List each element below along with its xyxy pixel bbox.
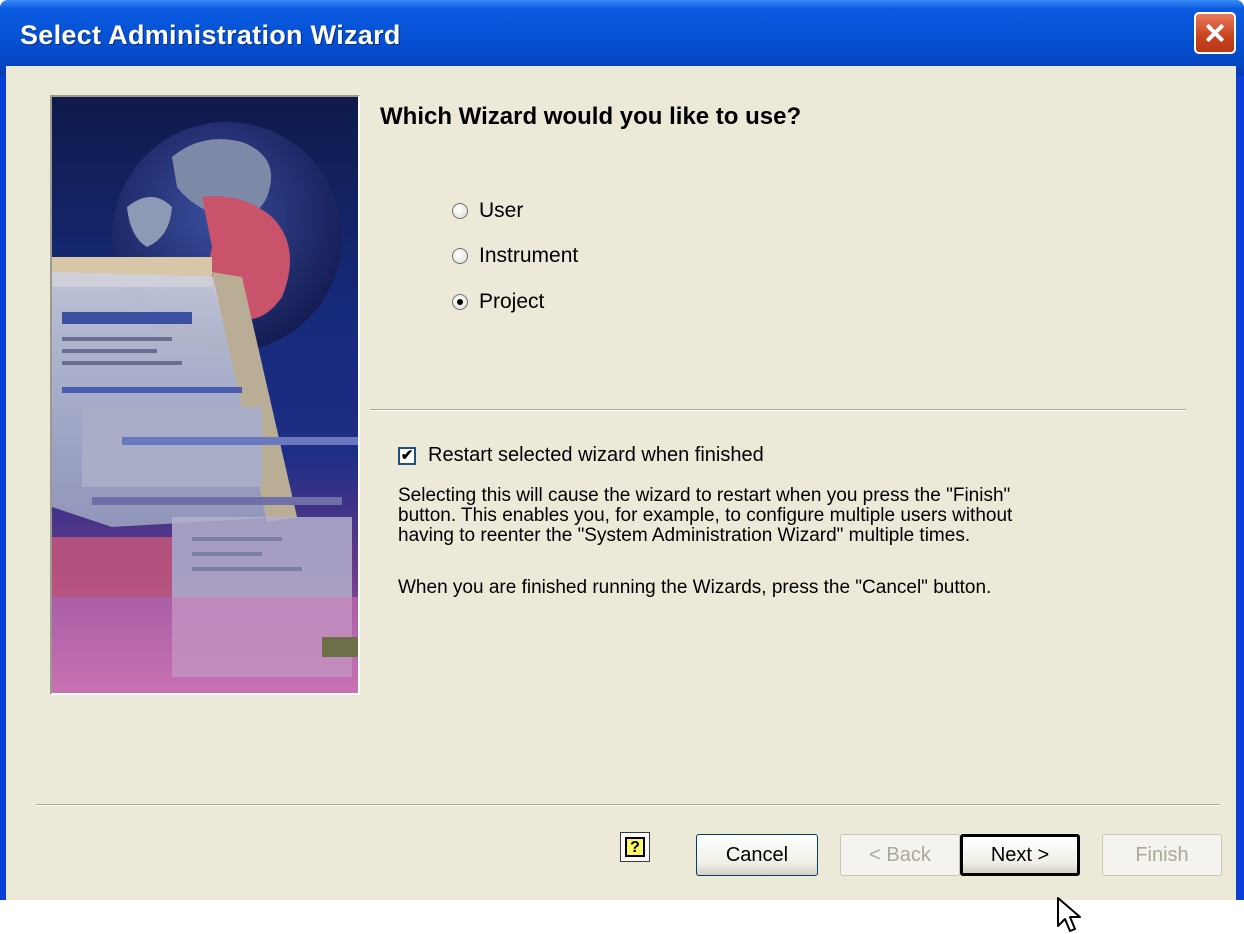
radio-button-instrument[interactable] bbox=[452, 248, 468, 264]
wizard-banner-image bbox=[50, 95, 360, 695]
radio-user[interactable]: User bbox=[452, 196, 523, 226]
wizard-heading: Which Wizard would you like to use? bbox=[380, 103, 802, 130]
radio-project[interactable]: Project bbox=[452, 287, 544, 317]
window-title: Select Administration Wizard bbox=[20, 20, 401, 50]
mouse-pointer-icon bbox=[1057, 897, 1081, 932]
wizard-window: Select Administration Wizard Which Wizar… bbox=[0, 0, 1244, 932]
restart-checkbox-row[interactable]: ✔ Restart selected wizard when finished bbox=[398, 444, 764, 467]
help-icon: ? bbox=[625, 837, 645, 857]
next-button[interactable]: Next > bbox=[960, 834, 1080, 876]
radio-label-project[interactable]: Project bbox=[479, 290, 544, 314]
title-bar[interactable]: Select Administration Wizard bbox=[0, 0, 1244, 76]
radio-label-instrument[interactable]: Instrument bbox=[479, 244, 578, 268]
finish-button[interactable]: Finish bbox=[1102, 834, 1222, 876]
description-line-1: Selecting this will cause the wizard to … bbox=[398, 485, 1011, 506]
description-line-3: having to reenter the "System Administra… bbox=[398, 525, 971, 546]
radio-label-user[interactable]: User bbox=[479, 199, 523, 223]
description-line-2: button. This enables you, for example, t… bbox=[398, 505, 1013, 526]
back-button[interactable]: < Back bbox=[840, 834, 960, 876]
radio-button-user[interactable] bbox=[452, 203, 468, 219]
content-separator bbox=[370, 409, 1186, 411]
radio-button-project[interactable] bbox=[452, 294, 468, 310]
help-button[interactable]: ? bbox=[620, 832, 650, 862]
description-line-4: When you are finished running the Wizard… bbox=[398, 577, 992, 598]
radio-instrument[interactable]: Instrument bbox=[452, 241, 578, 271]
restart-checkbox[interactable]: ✔ bbox=[398, 446, 416, 465]
globe-documents-illustration bbox=[52, 122, 358, 693]
checkmark-icon: ✔ bbox=[400, 447, 414, 464]
close-icon[interactable] bbox=[1194, 12, 1236, 54]
footer-separator bbox=[36, 804, 1220, 806]
restart-checkbox-label[interactable]: Restart selected wizard when finished bbox=[428, 444, 764, 467]
cancel-button[interactable]: Cancel bbox=[696, 834, 818, 876]
dialog-body: Which Wizard would you like to use? User… bbox=[6, 66, 1236, 932]
